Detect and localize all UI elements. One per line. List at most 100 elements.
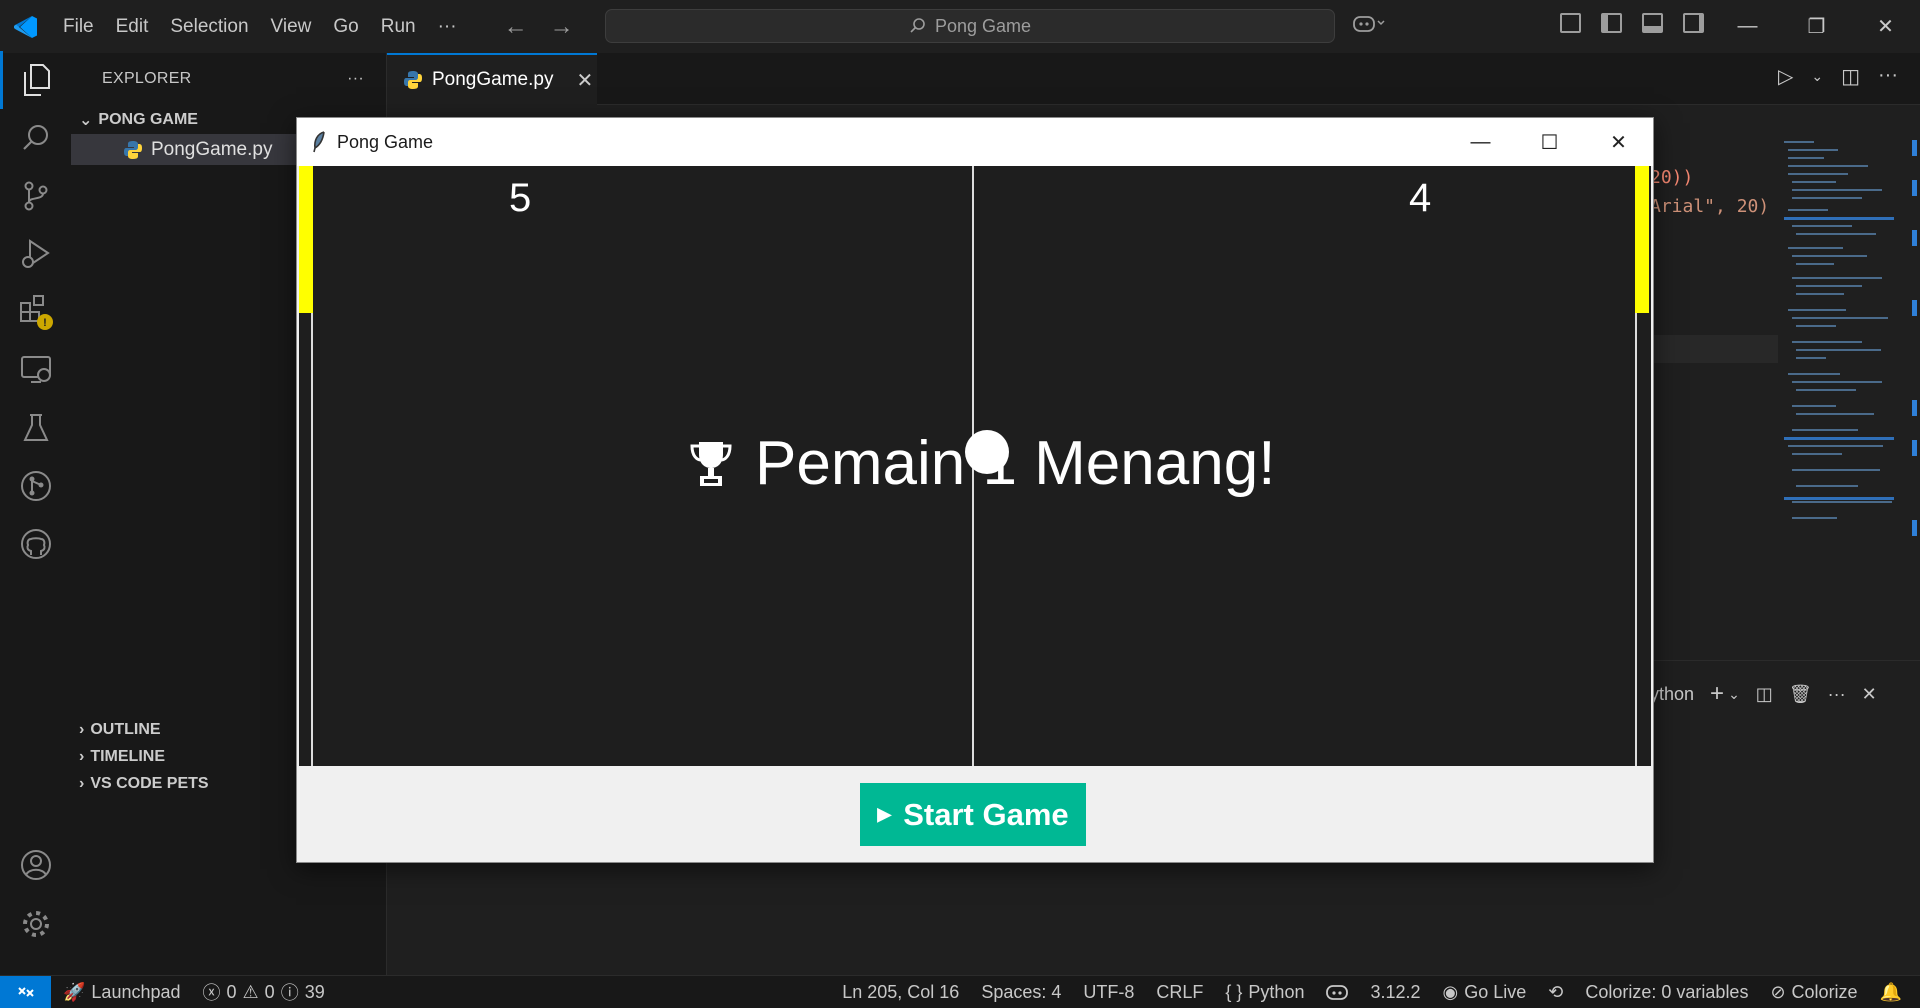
terminal-dropdown-icon[interactable]: ⌄ — [1728, 686, 1740, 703]
explorer-icon[interactable] — [0, 51, 71, 109]
kill-terminal-icon[interactable]: 🗑 — [1789, 684, 1812, 705]
feather-icon — [313, 131, 325, 153]
terminal-label[interactable]: ython — [1650, 684, 1694, 705]
menu-view[interactable]: View — [260, 16, 323, 38]
score-right: 4 — [1409, 176, 1432, 220]
colorize-item[interactable]: ⊘ Colorize — [1759, 982, 1868, 1003]
minimize-icon[interactable]: — — [1713, 0, 1782, 53]
search-icon — [910, 18, 925, 33]
chevron-right-icon: › — [79, 747, 85, 765]
go-live-label: Go Live — [1464, 981, 1527, 1002]
accounts-icon[interactable] — [0, 836, 71, 894]
menu-file[interactable]: File — [52, 16, 105, 38]
broadcast-icon: ◉ — [1442, 981, 1459, 1002]
activity-bar: ! — [0, 51, 71, 975]
source-control-icon[interactable] — [0, 167, 71, 225]
colorize-variables[interactable]: Colorize: 0 variables — [1574, 982, 1759, 1003]
pong-window-title: Pong Game — [337, 131, 434, 152]
indentation[interactable]: Spaces: 4 — [970, 982, 1072, 1003]
restore-icon[interactable]: ❐ — [1782, 0, 1851, 53]
warning-count: 0 — [264, 981, 275, 1002]
back-arrow-icon[interactable]: ← — [504, 13, 528, 41]
python-version[interactable]: 3.12.2 — [1359, 982, 1431, 1003]
settings-gear-icon[interactable] — [0, 895, 71, 953]
title-bar: File Edit Selection View Go Run ··· ← → … — [0, 0, 1920, 53]
python-file-icon — [404, 71, 422, 89]
menu-bar: File Edit Selection View Go Run ··· — [52, 16, 468, 38]
code-line: 20)) — [1650, 167, 1694, 188]
copilot-icon[interactable] — [1352, 13, 1386, 39]
rocket-icon: 🚀 — [63, 981, 86, 1002]
section-timeline-label: TIMELINE — [90, 747, 165, 765]
panel-more-icon[interactable]: ··· — [1828, 684, 1846, 705]
ball — [965, 430, 1009, 474]
start-game-button[interactable]: ▶ Start Game — [860, 783, 1086, 846]
right-paddle — [1635, 166, 1649, 313]
extensions-warning-icon[interactable]: ! — [0, 283, 71, 341]
overview-ruler — [1912, 140, 1917, 540]
split-terminal-icon[interactable]: ◫ — [1756, 684, 1773, 705]
tab-close-icon[interactable]: ✕ — [576, 68, 593, 93]
tab-label: PongGame.py — [432, 69, 554, 90]
close-panel-icon[interactable]: ✕ — [1862, 684, 1877, 705]
remote-indicator-icon[interactable] — [0, 975, 51, 1008]
remote-explorer-icon[interactable] — [0, 341, 71, 399]
chevron-down-icon: ⌄ — [79, 111, 93, 129]
code-line: Arial", 20) — [1650, 196, 1770, 217]
problems-item[interactable]: ⓧ 0 ⚠ 0 ⓘ 39 — [192, 979, 336, 1005]
copilot-status-icon[interactable] — [1315, 983, 1359, 1001]
current-line-highlight — [1650, 335, 1778, 363]
pong-minimize-icon[interactable]: — — [1446, 118, 1515, 166]
search-icon[interactable] — [0, 109, 71, 167]
toggle-primary-sidebar-icon[interactable] — [1601, 13, 1622, 33]
menu-edit[interactable]: Edit — [105, 16, 160, 38]
toggle-secondary-sidebar-icon[interactable] — [1683, 13, 1704, 33]
split-editor-icon[interactable]: ◫ — [1841, 64, 1860, 89]
command-center-search[interactable]: Pong Game — [605, 9, 1335, 43]
github-icon[interactable] — [0, 515, 71, 573]
search-text: Pong Game — [934, 15, 1032, 36]
game-court: 5 4 Pemain 1 Menang! — [299, 166, 1651, 766]
new-terminal-icon[interactable]: + — [1710, 680, 1724, 708]
pong-game-window: Pong Game — ☐ ✕ 5 4 Pemain 1 Menang! ▶ S… — [296, 117, 1654, 863]
colorize-label: Colorize — [1791, 981, 1858, 1002]
encoding[interactable]: UTF-8 — [1072, 982, 1145, 1003]
testing-flask-icon[interactable] — [0, 399, 71, 457]
warning-icon: ⚠ — [242, 981, 259, 1002]
launchpad-item[interactable]: 🚀 Launchpad — [51, 982, 192, 1003]
no-entry-icon: ⊘ — [1770, 981, 1786, 1002]
customize-layout-icon[interactable] — [1560, 13, 1581, 33]
status-bar: 🚀 Launchpad ⓧ 0 ⚠ 0 ⓘ 39 Ln 205, Col 16 Spa… — [0, 975, 1920, 1008]
language-label: Python — [1248, 981, 1305, 1002]
score-left: 5 — [509, 176, 532, 220]
run-debug-icon[interactable] — [0, 225, 71, 283]
menu-more[interactable]: ··· — [427, 16, 468, 38]
run-python-icon[interactable]: ▷ — [1778, 64, 1793, 89]
pong-title-bar: Pong Game — ☐ ✕ — [297, 118, 1653, 166]
left-paddle — [299, 166, 313, 313]
cursor-position[interactable]: Ln 205, Col 16 — [831, 982, 970, 1003]
run-dropdown-chevron-icon[interactable]: ⌄ — [1811, 64, 1823, 89]
launchpad-label: Launchpad — [91, 981, 181, 1002]
chevron-right-icon: › — [79, 774, 85, 792]
toggle-panel-icon[interactable] — [1642, 13, 1663, 33]
menu-run[interactable]: Run — [370, 16, 427, 38]
git-graph-icon[interactable] — [0, 457, 71, 515]
end-of-line[interactable]: CRLF — [1145, 982, 1214, 1003]
go-live-item[interactable]: ◉ Go Live — [1432, 982, 1538, 1003]
tab-ponggame-py[interactable]: PongGame.py ✕ — [387, 53, 597, 105]
language-mode[interactable]: { } Python — [1214, 982, 1315, 1003]
pong-close-icon[interactable]: ✕ — [1584, 118, 1653, 166]
pong-maximize-icon[interactable]: ☐ — [1515, 118, 1584, 166]
sync-icon[interactable]: ⟲ — [1537, 982, 1574, 1003]
explorer-more-button[interactable]: ··· — [347, 70, 364, 88]
close-icon[interactable]: ✕ — [1851, 0, 1920, 53]
editor-more-icon[interactable]: ··· — [1878, 64, 1898, 89]
menu-go[interactable]: Go — [322, 16, 369, 38]
menu-selection[interactable]: Selection — [159, 16, 259, 38]
info-icon: ⓘ — [280, 983, 299, 1003]
notifications-bell-icon[interactable]: 🔔 — [1869, 982, 1920, 1003]
trophy-icon — [690, 441, 732, 486]
minimap[interactable] — [1784, 137, 1899, 547]
forward-arrow-icon[interactable]: → — [550, 13, 574, 41]
